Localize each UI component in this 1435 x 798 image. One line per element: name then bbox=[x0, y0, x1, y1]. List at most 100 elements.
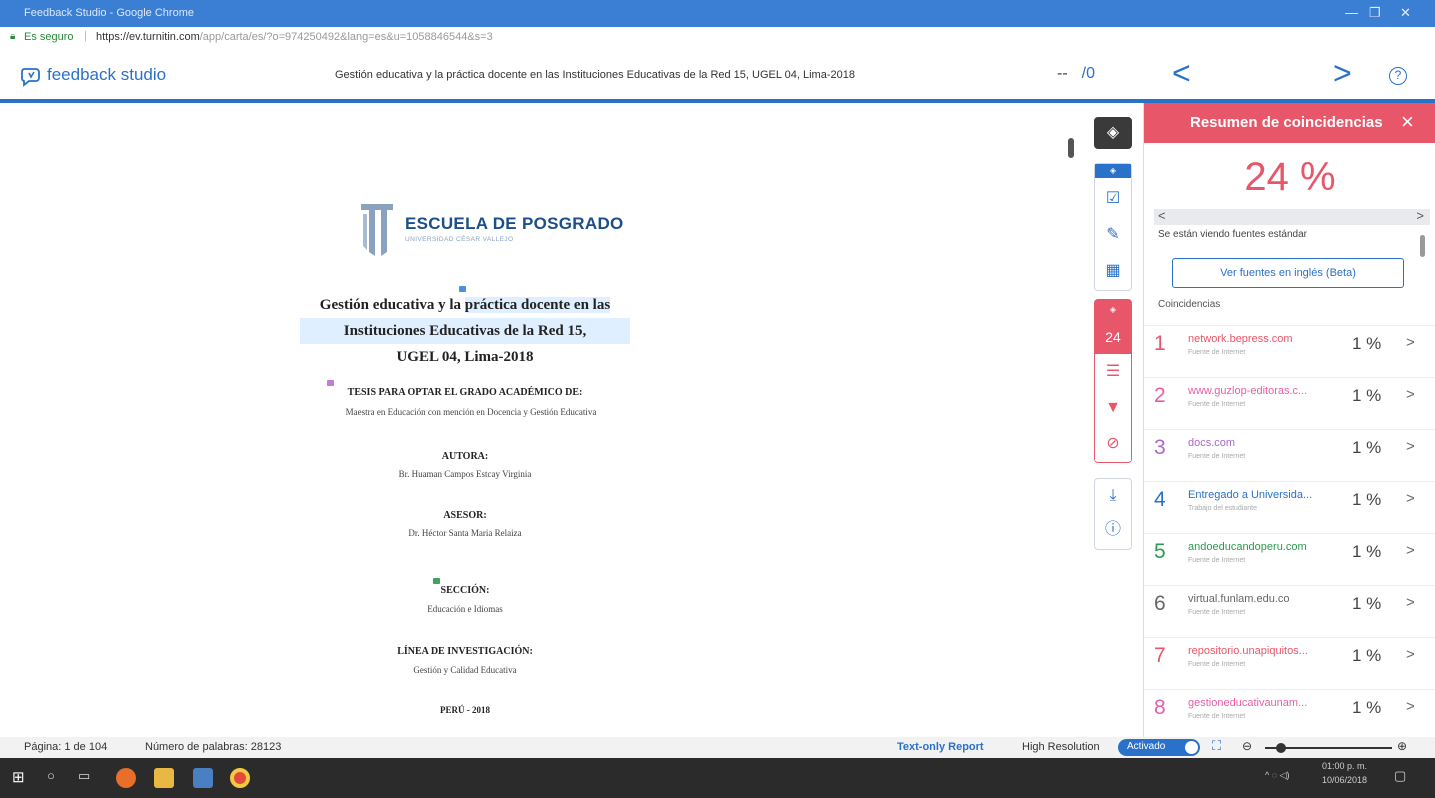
task-view-icon[interactable]: ▭ bbox=[78, 768, 98, 788]
download-icon[interactable]: ⤓ bbox=[1095, 481, 1131, 513]
highlighted-match[interactable]: práctica docente en las bbox=[464, 297, 611, 313]
layers-icon[interactable]: ◈ bbox=[1094, 117, 1132, 149]
similarity-layer-icon: ◈ bbox=[1095, 300, 1131, 320]
taskbar: ⊞ ○ ▭ ^ ◌ ◁) 01:00 p. m. 10/06/2018 ▢ bbox=[0, 758, 1435, 798]
address-bar[interactable]: 🔒︎ Es seguro | https://ev.turnitin.com/a… bbox=[0, 27, 1435, 47]
seccion-label: SECCIÓN: bbox=[440, 585, 490, 596]
text-only-report-link[interactable]: Text-only Report bbox=[897, 741, 984, 753]
quickmark-icon[interactable]: ☑ bbox=[1095, 184, 1131, 216]
thesis-title-line1: Gestión educativa y la práctica docente … bbox=[300, 292, 630, 318]
scroll-right-icon[interactable]: > bbox=[1416, 208, 1424, 223]
previous-paper-button[interactable]: < bbox=[1172, 55, 1191, 92]
high-resolution-toggle[interactable]: Activado bbox=[1118, 739, 1200, 756]
all-sources-icon[interactable]: ☰ bbox=[1095, 357, 1131, 389]
match-row[interactable]: 3 docs.com Fuente de Internet 1 % > bbox=[1144, 429, 1435, 481]
rubric-grid-icon[interactable]: ▦ bbox=[1095, 256, 1131, 288]
chevron-right-icon[interactable]: > bbox=[1406, 386, 1415, 403]
file-explorer-icon[interactable] bbox=[154, 768, 174, 788]
match-source-name[interactable]: repositorio.unapiquitos... bbox=[1188, 645, 1318, 657]
match-source-name[interactable]: network.bepress.com bbox=[1188, 333, 1318, 345]
match-percentage: 1 % bbox=[1352, 490, 1382, 509]
match-marker-icon[interactable] bbox=[327, 380, 334, 386]
page-current: -- bbox=[1057, 65, 1068, 82]
match-row[interactable]: 7 repositorio.unapiquitos... Fuente de Int… bbox=[1144, 637, 1435, 689]
restore-icon[interactable]: ❐ bbox=[1369, 5, 1381, 21]
match-row[interactable]: 2 www.guzlop-editoras.c... Fuente de Inter… bbox=[1144, 377, 1435, 429]
toggle-label: Activado bbox=[1127, 741, 1166, 752]
match-row[interactable]: 5 andoeducandoperu.com Fuente de Internet 1… bbox=[1144, 533, 1435, 585]
match-source-name[interactable]: gestioneducativaunam... bbox=[1188, 697, 1318, 709]
match-marker-icon[interactable] bbox=[433, 578, 440, 584]
app-icon[interactable] bbox=[193, 768, 213, 788]
chrome-icon[interactable] bbox=[230, 768, 250, 788]
match-percentage: 1 % bbox=[1352, 386, 1382, 405]
chevron-right-icon[interactable]: > bbox=[1406, 334, 1415, 351]
source-scroll-bar[interactable]: < > bbox=[1154, 208, 1430, 225]
filter-icon[interactable]: ▼ bbox=[1095, 393, 1131, 425]
browser-titlebar: Feedback Studio - Google Chrome — ❐ ✕ bbox=[0, 0, 1435, 27]
zoom-slider-handle[interactable] bbox=[1276, 743, 1286, 753]
english-sources-button[interactable]: Ver fuentes en inglés (Beta) bbox=[1172, 258, 1404, 288]
match-source-name[interactable]: andoeducandoperu.com bbox=[1188, 541, 1318, 553]
match-source-name[interactable]: Entregado a Universida... bbox=[1188, 489, 1318, 501]
zoom-in-icon[interactable]: ⊕ bbox=[1397, 739, 1407, 753]
scroll-left-icon[interactable]: < bbox=[1158, 208, 1166, 223]
match-row[interactable]: 6 virtual.funlam.edu.co Fuente de Internet… bbox=[1144, 585, 1435, 637]
match-percentage: 1 % bbox=[1352, 438, 1382, 457]
chevron-right-icon[interactable]: > bbox=[1406, 594, 1415, 611]
chevron-right-icon[interactable]: > bbox=[1406, 438, 1415, 455]
minimize-icon[interactable]: — bbox=[1345, 5, 1358, 20]
zoom-out-icon[interactable]: ⊖ bbox=[1242, 739, 1252, 753]
windows-start-icon[interactable]: ⊞ bbox=[12, 768, 32, 788]
tesis-heading: TESIS PARA OPTAR EL GRADO ACADÉMICO DE: bbox=[347, 387, 583, 398]
address-separator: | bbox=[84, 30, 87, 42]
firefox-icon[interactable] bbox=[116, 768, 136, 788]
chevron-right-icon[interactable]: > bbox=[1406, 646, 1415, 663]
title-line1-a: Gestión educativa y la bbox=[319, 297, 465, 313]
thesis-title-line2[interactable]: Instituciones Educativas de la Red 15, bbox=[300, 318, 630, 344]
page-counter: -- /0 bbox=[1057, 65, 1095, 83]
match-row[interactable]: 4 Entregado a Universida... Trabajo del es… bbox=[1144, 481, 1435, 533]
feedback-comment-icon[interactable]: ✎ bbox=[1095, 220, 1131, 252]
url-text[interactable]: https://ev.turnitin.com/app/carta/es/?o=… bbox=[96, 31, 493, 43]
chevron-right-icon[interactable]: > bbox=[1406, 542, 1415, 559]
thesis-title: Gestión educativa y la práctica docente … bbox=[300, 292, 630, 370]
fullscreen-icon[interactable]: ⛶ bbox=[1212, 738, 1221, 754]
exclude-icon[interactable]: ⊘ bbox=[1095, 429, 1131, 461]
feedback-studio-logo-icon bbox=[21, 68, 40, 87]
match-row[interactable]: 1 network.bepress.com Fuente de Internet 1 … bbox=[1144, 325, 1435, 377]
university-logo bbox=[361, 204, 393, 256]
match-row[interactable]: 8 gestioneducativaunam... Fuente de Intern… bbox=[1144, 689, 1435, 741]
match-source-type: Fuente de Internet bbox=[1188, 661, 1246, 668]
grading-layer-icon: ◈ bbox=[1095, 164, 1131, 178]
help-icon[interactable]: ? bbox=[1389, 67, 1407, 85]
match-number: 3 bbox=[1154, 436, 1166, 459]
degree-text: Maestra en Educación con mención en Doce… bbox=[345, 407, 597, 417]
matches-label: Coincidencias bbox=[1158, 299, 1221, 310]
info-icon[interactable]: ⓘ bbox=[1095, 515, 1131, 547]
thesis-title-line3: UGEL 04, Lima-2018 bbox=[396, 349, 534, 365]
document-viewer[interactable] bbox=[0, 107, 1085, 737]
close-window-icon[interactable]: ✕ bbox=[1400, 5, 1411, 21]
match-source-name[interactable]: docs.com bbox=[1188, 437, 1318, 449]
document-scrollbar[interactable] bbox=[1068, 138, 1074, 158]
autora-label: AUTORA: bbox=[441, 451, 489, 462]
search-icon[interactable]: ○ bbox=[47, 768, 67, 788]
match-source-name[interactable]: virtual.funlam.edu.co bbox=[1188, 593, 1318, 605]
match-number: 6 bbox=[1154, 592, 1166, 615]
panel-header: Resumen de coincidencias × bbox=[1144, 103, 1435, 143]
tray-icons[interactable]: ^ ◌ ◁) bbox=[1265, 770, 1290, 781]
chevron-right-icon[interactable]: > bbox=[1406, 490, 1415, 507]
notifications-icon[interactable]: ▢ bbox=[1394, 768, 1406, 784]
next-paper-button[interactable]: > bbox=[1333, 55, 1352, 92]
panel-scrollbar[interactable] bbox=[1420, 235, 1425, 257]
match-source-name[interactable]: www.guzlop-editoras.c... bbox=[1188, 385, 1318, 397]
similarity-score-button[interactable]: 24 bbox=[1095, 320, 1131, 354]
linea-label: LÍNEA DE INVESTIGACIÓN: bbox=[397, 646, 533, 657]
close-panel-icon[interactable]: × bbox=[1401, 109, 1414, 135]
match-number: 2 bbox=[1154, 384, 1166, 407]
chevron-right-icon[interactable]: > bbox=[1406, 698, 1415, 715]
high-resolution-label: High Resolution bbox=[1022, 741, 1100, 753]
match-source-type: Fuente de Internet bbox=[1188, 557, 1246, 564]
match-number: 4 bbox=[1154, 488, 1166, 511]
